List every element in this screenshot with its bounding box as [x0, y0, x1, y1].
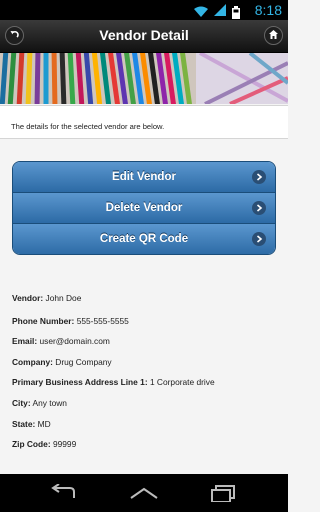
battery-icon	[232, 5, 240, 19]
address-row: Primary Business Address Line 1: 1 Corpo…	[12, 377, 215, 387]
wifi-icon	[194, 6, 208, 18]
system-navigation-bar	[0, 474, 288, 512]
city-row: City: Any town	[12, 398, 67, 408]
signal-icon	[214, 3, 226, 21]
home-icon	[268, 27, 279, 45]
nav-back-icon	[51, 483, 75, 498]
recent-apps-nav-button[interactable]	[210, 484, 238, 507]
company-row: Company: Drug Company	[12, 357, 112, 367]
nav-recent-apps-icon	[211, 485, 235, 503]
company-label: Company:	[12, 357, 53, 367]
state-label: State:	[12, 419, 36, 429]
email-label: Email:	[12, 336, 38, 346]
email-row: Email: user@domain.com	[12, 336, 110, 346]
state-value: MD	[37, 419, 51, 429]
zip-label: Zip Code:	[12, 439, 51, 449]
create-qr-code-label: Create QR Code	[99, 233, 189, 245]
header-bar: Vendor Detail	[0, 20, 288, 53]
vendor-name-row: Vendor: John Doe	[12, 293, 81, 303]
home-nav-button[interactable]	[129, 484, 159, 507]
edit-vendor-button[interactable]: Edit Vendor	[13, 162, 275, 193]
vendor-name-value: John Doe	[45, 293, 82, 303]
status-clock: 8:18	[254, 2, 282, 18]
status-bar: 8:18	[0, 0, 288, 20]
city-label: City:	[12, 398, 31, 408]
address-label: Primary Business Address Line 1:	[12, 377, 148, 387]
create-qr-code-button[interactable]: Create QR Code	[13, 224, 275, 254]
nav-home-icon	[130, 487, 158, 499]
zip-value: 99999	[52, 439, 77, 449]
back-nav-button[interactable]	[50, 483, 78, 507]
company-value: Drug Company	[55, 357, 112, 367]
chevron-right-icon	[252, 170, 266, 184]
delete-vendor-button[interactable]: Delete Vendor	[13, 193, 275, 224]
info-text: The details for the selected vendor are …	[11, 122, 165, 131]
address-value: 1 Corporate drive	[149, 377, 215, 387]
home-button[interactable]	[264, 26, 283, 45]
info-bar: The details for the selected vendor are …	[0, 105, 288, 139]
phone-row: Phone Number: 555-555-5555	[12, 316, 129, 326]
edit-vendor-label: Edit Vendor	[112, 171, 176, 183]
chevron-right-icon	[252, 201, 266, 215]
email-value: user@domain.com	[39, 336, 110, 346]
phone-label: Phone Number:	[12, 316, 75, 326]
page-title: Vendor Detail	[99, 27, 189, 43]
action-button-group: Edit Vendor Delete Vendor Create QR Code	[12, 161, 276, 255]
phone-value: 555-555-5555	[76, 316, 129, 326]
zip-row: Zip Code: 99999	[12, 439, 76, 449]
state-row: State: MD	[12, 419, 51, 429]
banner-image	[0, 53, 288, 104]
city-value: Any town	[32, 398, 67, 408]
chevron-right-icon	[252, 232, 266, 246]
delete-vendor-label: Delete Vendor	[105, 202, 183, 214]
vendor-name-label: Vendor:	[12, 293, 44, 303]
